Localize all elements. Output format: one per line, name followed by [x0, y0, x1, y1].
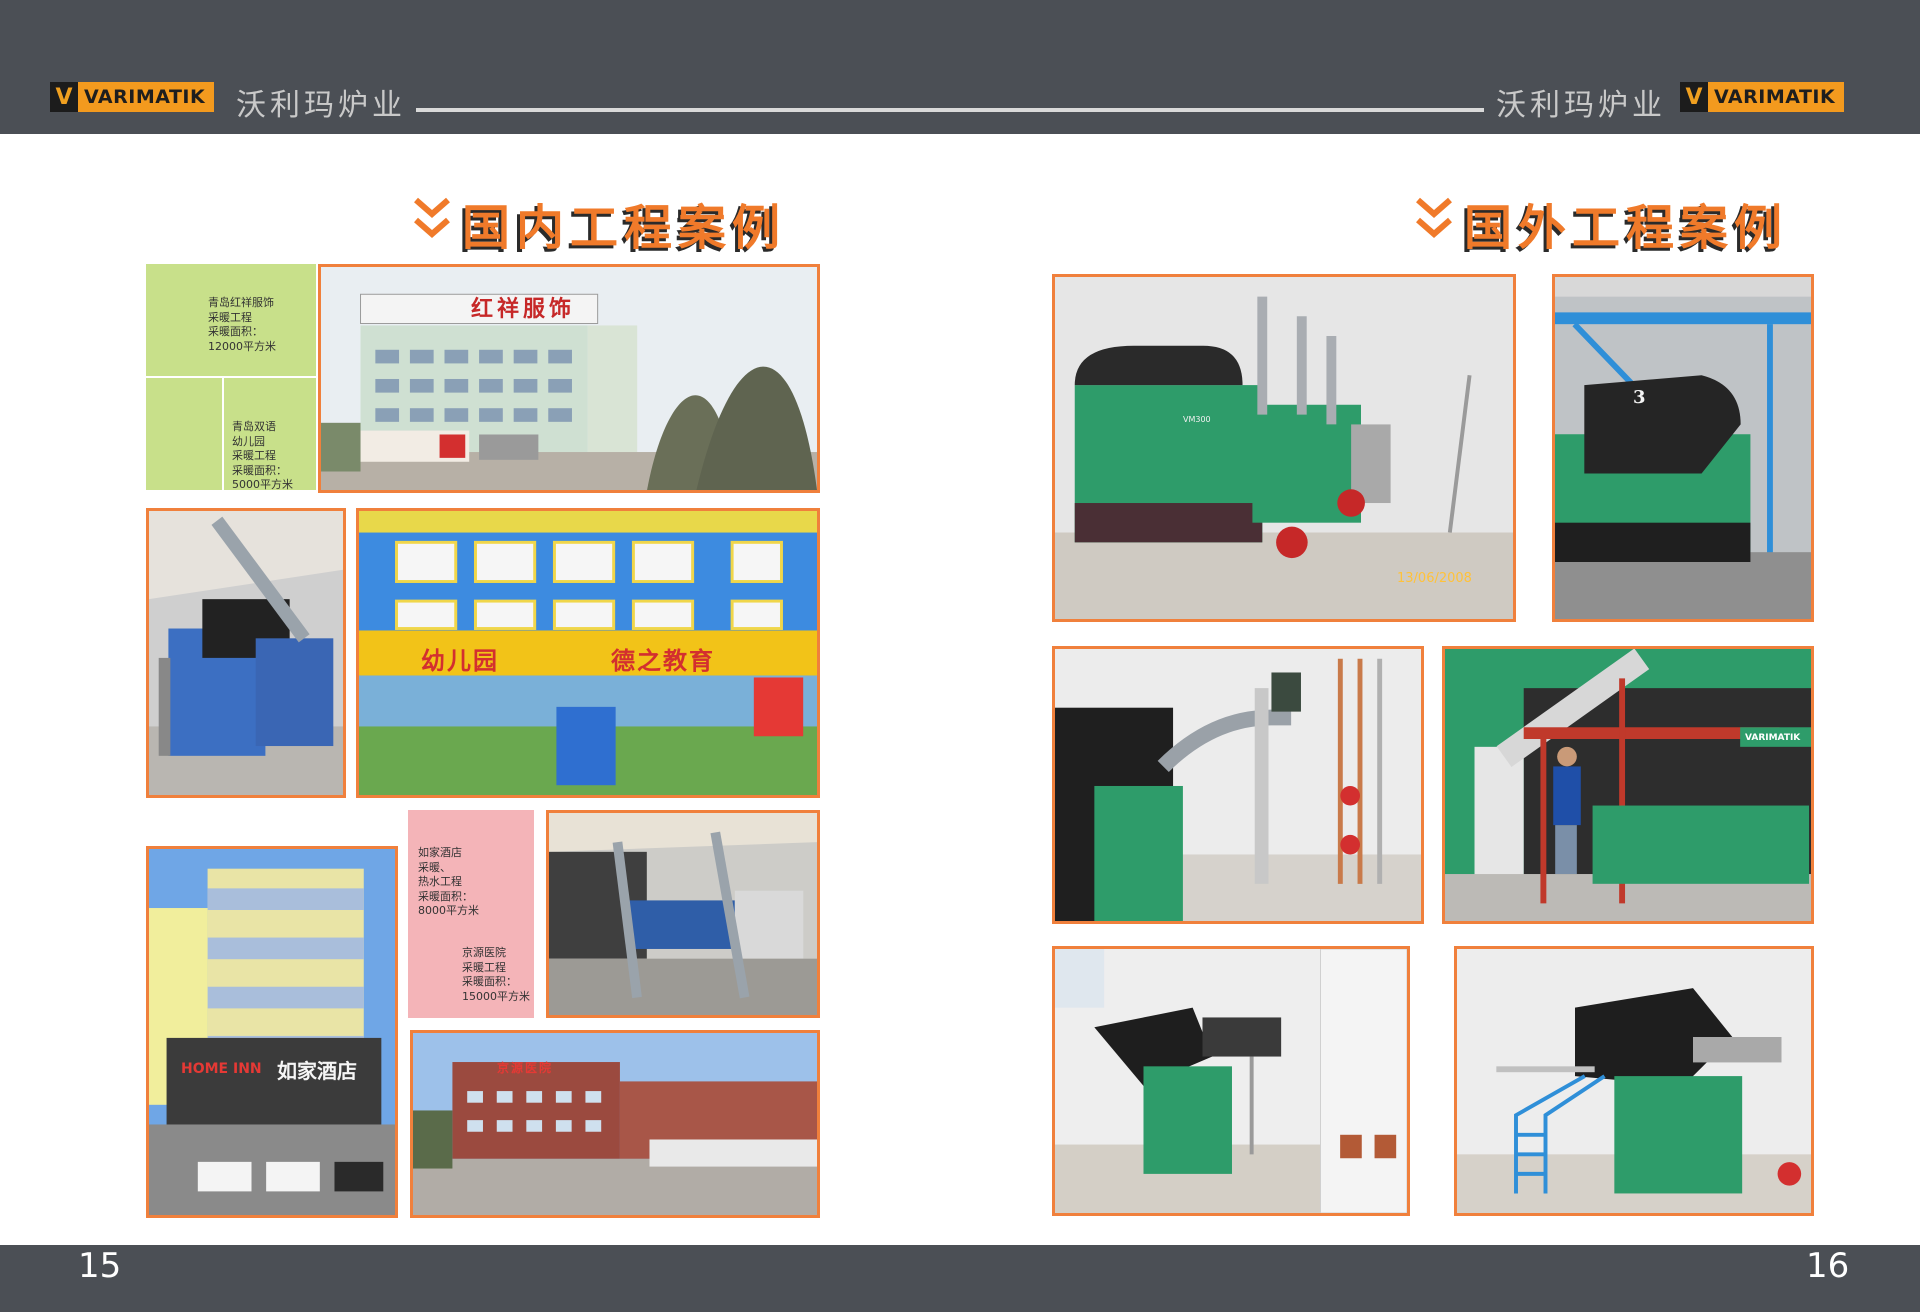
photo-date-stamp: 13/06/2008: [1397, 571, 1472, 586]
heading-overseas-projects: 国外工程案例: [1464, 200, 1789, 256]
caption-hongxiang: 青岛红祥服饰 采暖工程 采暖面积： 12000平方米: [208, 296, 276, 353]
brand-name-left: 沃利玛炉业: [236, 88, 406, 123]
photo-boiler-room-1: [146, 508, 346, 798]
logo-mark: V: [1680, 82, 1708, 112]
photo-kindergarten: 幼儿园 德之教育: [356, 508, 820, 798]
footer-bar: [0, 1245, 1920, 1312]
caption-block-green: 青岛红祥服饰 采暖工程 采暖面积： 12000平方米 青岛双语 幼儿园 采暖工程…: [146, 264, 316, 491]
chevron-down-icon: [1416, 197, 1452, 238]
sign-hongxiang: 红祥服饰: [471, 297, 576, 322]
heading-domestic-projects: 国内工程案例: [462, 200, 787, 256]
photo-overseas-boiler-stairs: [1454, 946, 1814, 1216]
logo-text: VARIMATIK: [1708, 82, 1845, 112]
varimatik-logo-left: V VARIMATIK: [50, 82, 215, 112]
logo-mark: V: [50, 82, 78, 112]
divider: [222, 378, 224, 490]
sign-hotel-brand: HOME INN: [181, 1061, 262, 1077]
sign-hotel-name: 如家酒店: [277, 1059, 357, 1083]
photo-overseas-boiler-pipes: [1052, 646, 1424, 924]
chevron-down-icon: [414, 197, 450, 238]
photo-overseas-boiler-platform: 3: [1552, 274, 1814, 622]
varimatik-logo-right: V VARIMATIK: [1680, 82, 1845, 112]
photo-overseas-small-boiler: [1052, 946, 1410, 1216]
caption-hospital: 京源医院 采暖工程 采暖面积： 15000平方米: [462, 946, 530, 1003]
divider: [146, 376, 316, 378]
photo-hongxiang-building: 红祥服饰: [318, 264, 820, 493]
sign-education: 德之教育: [611, 647, 715, 675]
page-number-left: 15: [78, 1246, 122, 1286]
caption-block-pink: 如家酒店 采暖、 热水工程 采暖面积： 8000平方米 京源医院 采暖工程 采暖…: [408, 810, 534, 1018]
photo-home-inn-hotel: HOME INN 如家酒店: [146, 846, 398, 1218]
photo-overseas-boiler-technician: VARIMATIK: [1442, 646, 1814, 924]
brand-name-right: 沃利玛炉业: [1496, 88, 1666, 123]
page-number-right: 16: [1806, 1246, 1850, 1286]
photo-boiler-room-2: [546, 810, 820, 1018]
header-rule: [416, 108, 1484, 112]
photo-jingyuan-hospital: 京源医院: [410, 1030, 820, 1218]
caption-kindergarten: 青岛双语 幼儿园 采暖工程 采暖面积： 5000平方米: [232, 420, 293, 491]
caption-hotel: 如家酒店 采暖、 热水工程 采暖面积： 8000平方米: [418, 846, 479, 917]
logo-text: VARIMATIK: [78, 82, 215, 112]
boiler-model-label: VM300: [1183, 415, 1211, 424]
boiler-number-label: 3: [1633, 387, 1646, 408]
sign-hospital: 京源医院: [497, 1061, 554, 1075]
photo-overseas-boiler-room-1: VM300 13/06/2008: [1052, 274, 1516, 622]
wall-logo-text: VARIMATIK: [1745, 733, 1801, 743]
sign-kindergarten: 幼儿园: [421, 647, 499, 675]
